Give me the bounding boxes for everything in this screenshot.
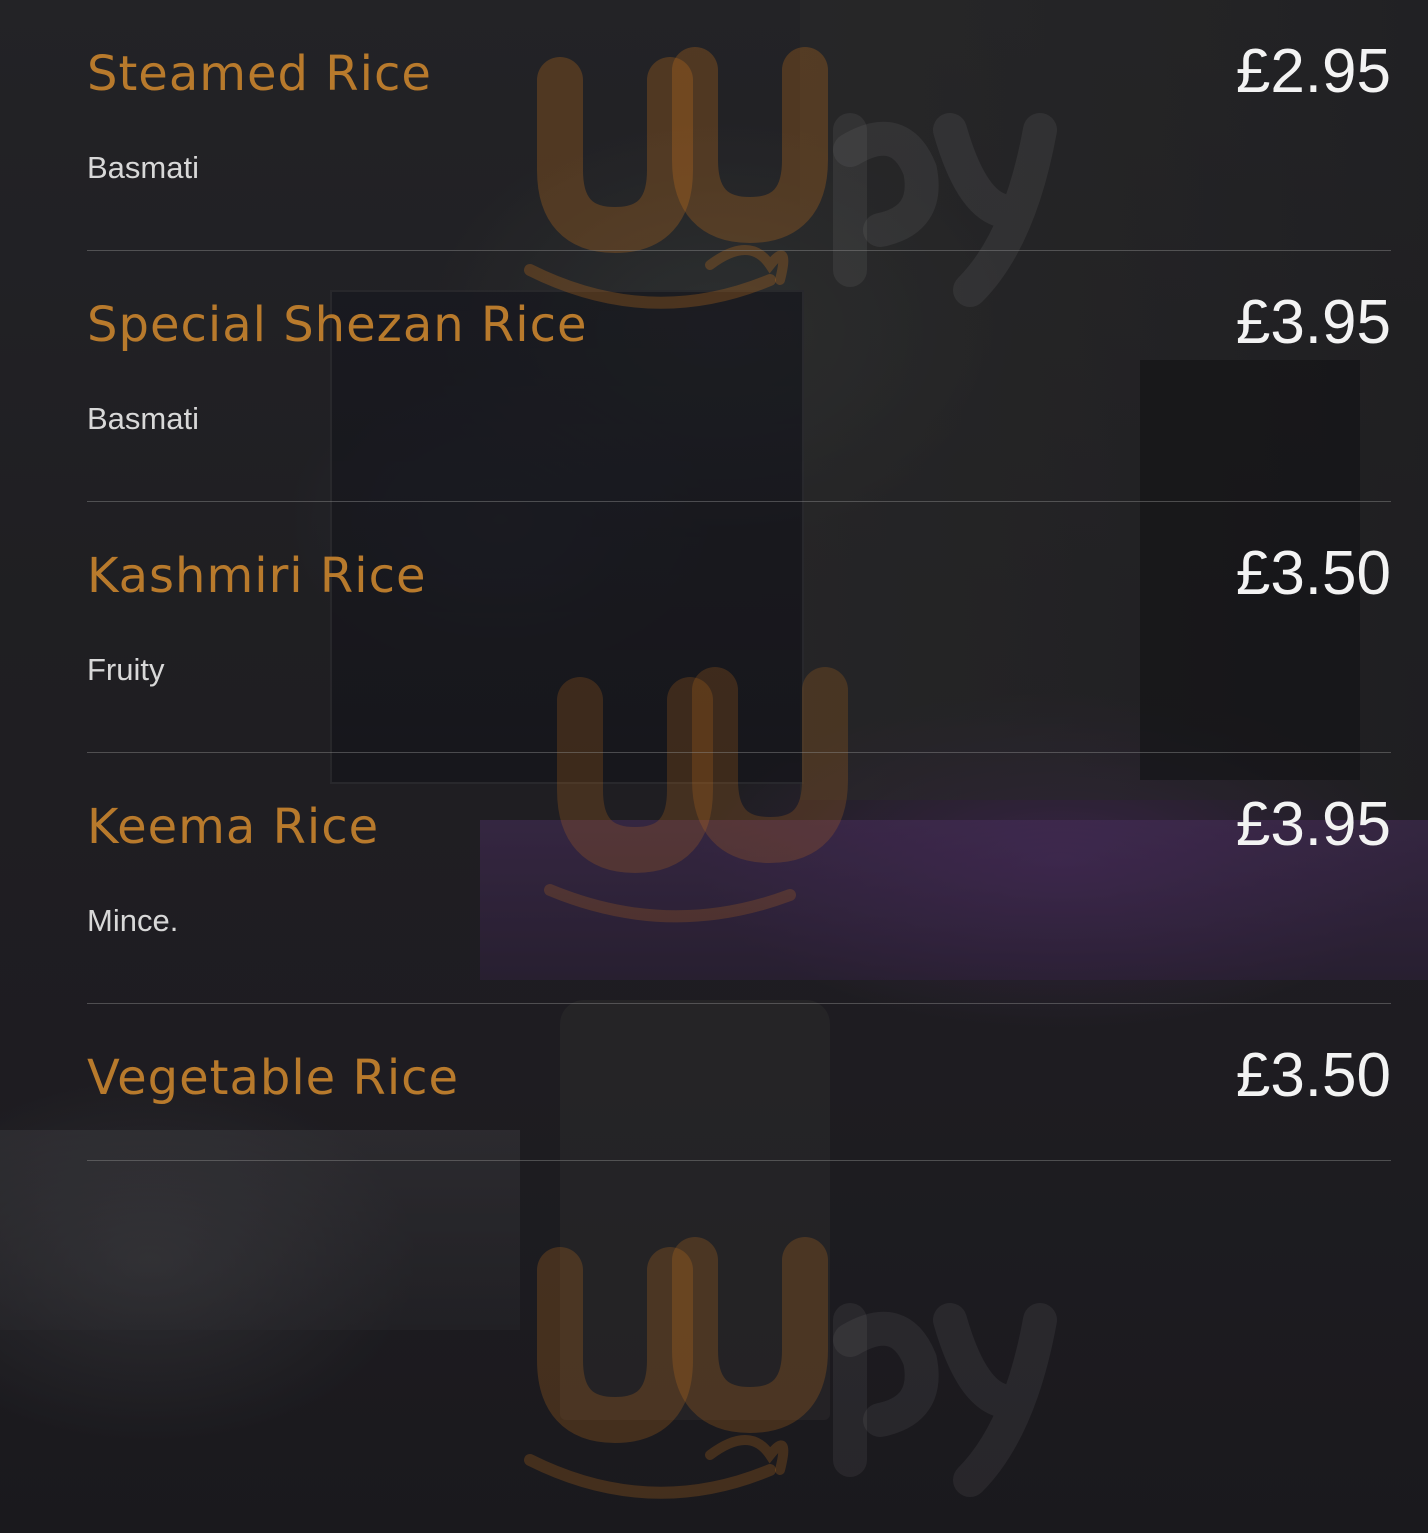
item-description: Fruity	[87, 652, 165, 687]
menu-item-steamed-rice: Steamed Rice £2.95 Basmati	[87, 0, 1391, 251]
item-name: Keema Rice	[87, 799, 380, 855]
item-price: £2.95	[1235, 37, 1391, 106]
item-description: Basmati	[87, 401, 199, 436]
item-name: Vegetable Rice	[87, 1050, 460, 1106]
item-price: £3.95	[1235, 288, 1391, 357]
item-price: £3.50	[1235, 539, 1391, 608]
item-name: Kashmiri Rice	[87, 548, 427, 604]
item-description: Basmati	[87, 150, 199, 185]
menu-item-special-shezan-rice: Special Shezan Rice £3.95 Basmati	[87, 251, 1391, 502]
item-description: Mince.	[87, 903, 179, 938]
item-name: Special Shezan Rice	[87, 297, 588, 353]
item-price: £3.95	[1235, 790, 1391, 859]
menu-list: Steamed Rice £2.95 Basmati Special Sheza…	[87, 0, 1391, 1161]
item-name: Steamed Rice	[87, 46, 432, 102]
menu-item-vegetable-rice: Vegetable Rice £3.50	[87, 1004, 1391, 1161]
menu-item-keema-rice: Keema Rice £3.95 Mince.	[87, 753, 1391, 1004]
menu-item-kashmiri-rice: Kashmiri Rice £3.50 Fruity	[87, 502, 1391, 753]
item-price: £3.50	[1235, 1041, 1391, 1110]
